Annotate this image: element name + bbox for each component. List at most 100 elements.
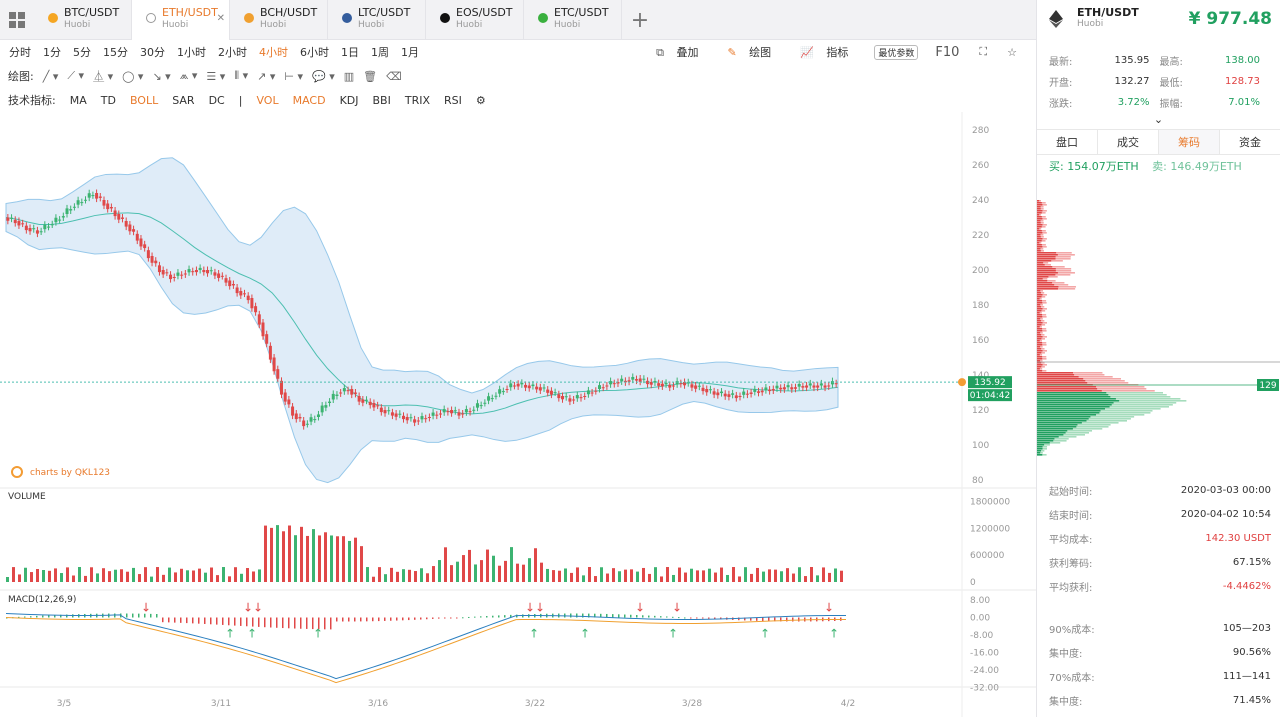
timeframe-item[interactable]: 2小时 [215,44,250,60]
macd-histogram-bar [702,617,704,619]
chip-bar-dark [1037,258,1056,260]
tab-chips[interactable]: 筹码 [1159,130,1220,154]
indicator-td[interactable]: TD [101,94,116,107]
candle-body [786,385,790,388]
level-tool-icon[interactable]: ☰ ▾ [206,70,225,83]
macd-histogram-bar [426,617,428,620]
close-icon[interactable]: ✕ [217,13,225,24]
chip-bar-dark [1037,406,1110,408]
tab-etc-usdt[interactable]: ETC/USDT Huobi [524,0,622,40]
candle-body [461,413,465,415]
timeframe-item[interactable]: 1小时 [174,44,209,60]
chip-bar-dark [1037,314,1043,316]
overlay-button[interactable]: ⧉ 叠加 [653,44,710,60]
indicator-sar[interactable]: SAR [172,94,194,107]
indicator-boll[interactable]: BOLL [130,94,158,107]
candle-body [109,207,113,209]
candle-body [43,224,47,230]
add-tab-icon[interactable]: + [622,0,658,40]
candle-body [302,420,306,427]
indicator-kdj[interactable]: KDJ [340,94,359,107]
indicator-dc[interactable]: DC [209,94,225,107]
grid-menu-icon[interactable] [0,0,34,40]
star-icon[interactable]: ☆ [1004,46,1020,59]
indicator-macd[interactable]: MACD [293,94,326,107]
timeframe-item[interactable]: 1周 [368,44,392,60]
trash-icon[interactable]: 🗑 [363,70,377,83]
timeframe-item[interactable]: 5分 [70,44,94,60]
price-axis-label: 240 [972,196,989,206]
candle-body [834,383,838,385]
volume-bar [642,567,645,582]
chevron-down-icon[interactable]: ⌄ [1037,113,1280,127]
candle-body [435,414,439,416]
timeframe-item[interactable]: 1日 [338,44,362,60]
volume-bar [654,567,657,582]
tab-funds[interactable]: 资金 [1220,130,1280,154]
tab-bch-usdt[interactable]: BCH/USDT Huobi [230,0,328,40]
pattern-tool-icon[interactable]: ⩕ ▾ [180,69,198,83]
timeframe-item[interactable]: 1月 [398,44,422,60]
candle-body [139,238,143,247]
bars-tool-icon[interactable]: ▥ [344,70,354,83]
channel-tool-icon[interactable]: ⦀ ▾ [234,69,248,83]
indicator-button[interactable]: 📈 指标 [797,44,860,60]
macd-histogram-bar [324,617,326,630]
indicator-rsi[interactable]: RSI [444,94,462,107]
range-tool-icon[interactable]: ⊢ ▾ [284,70,303,83]
volume-bar [450,565,453,582]
stat-key: 开盘: [1049,78,1073,89]
tab-btc-usdt[interactable]: BTC/USDT Huobi [34,0,132,40]
ray-tool-icon[interactable]: ⟋ ▾ [67,69,84,83]
fib-tool-icon[interactable]: ⏅ ▾ [93,68,113,84]
optimal-params-button[interactable]: 最优参数 [874,44,919,60]
indicator-bbi[interactable]: BBI [373,94,391,107]
info-key: 起始时间: [1049,486,1093,498]
expand-icon[interactable]: ⛶ [976,45,990,59]
tab-eos-usdt[interactable]: EOS/USDT Huobi [426,0,524,40]
arrow-tool-icon[interactable]: ↗ ▾ [257,70,275,83]
tab-ltc-usdt[interactable]: LTC/USDT Huobi [328,0,426,40]
info-value: 90.56% [1232,646,1271,658]
shape-tool-icon[interactable]: ◯ ▾ [122,70,143,83]
candle-body [394,413,398,417]
chart-area[interactable]: 280 260 240 220 200 180 160 140 120 100 80 135.92 01… [0,112,1036,717]
macd-axis-label: 8.00 [970,596,990,606]
volume-bar [630,569,633,582]
settings-gear-icon[interactable]: ⚙ [476,94,486,107]
timeframe-item[interactable]: 6小时 [297,44,332,60]
timeframe-item[interactable]: 分时 [6,44,34,60]
indicator-vol[interactable]: VOL [256,94,278,107]
volume-bar [402,569,405,582]
line-tool-icon[interactable]: ╱ ▾ [43,70,59,83]
volume-bar [570,572,573,582]
tab-pair-label: EOS/USDT [456,6,513,19]
etc-coin-icon [538,13,548,23]
candle-body [535,386,539,390]
tab-orderbook[interactable]: 盘口 [1037,130,1098,154]
tab-eth-usdt[interactable]: ETH/USDT Huobi ✕ [132,0,230,40]
candle-body [490,398,494,400]
eraser-icon[interactable]: ⌫ [386,70,402,83]
info-row: 起始时间: 2020-03-03 00:00 [1037,478,1280,502]
tab-exchange-label: Huobi [456,20,483,30]
timeframe-item[interactable]: 1分 [40,44,64,60]
chip-bar-dark [1037,226,1042,228]
candle-body [305,423,309,425]
measure-tool-icon[interactable]: ↘ ▾ [152,70,170,83]
macd-histogram-bar [300,617,302,629]
draw-button[interactable]: ✎ 绘图 [724,44,783,60]
timeframe-item-active[interactable]: 4小时 [256,44,291,60]
f10-button[interactable]: F10 [932,45,962,60]
timeframe-item[interactable]: 15分 [100,44,131,60]
macd-histogram-bar [432,617,434,619]
candle-body [350,389,354,395]
indicator-trix[interactable]: TRIX [405,94,430,107]
comment-tool-icon[interactable]: 💬 ▾ [312,70,335,83]
sidebar-tabs: 盘口 成交 筹码 资金 [1037,129,1280,155]
candle-body [808,383,812,386]
price-chart-svg[interactable]: 28026024022020018016014012010080135.9201… [0,112,1036,717]
tab-trades[interactable]: 成交 [1098,130,1159,154]
timeframe-item[interactable]: 30分 [137,44,168,60]
indicator-ma[interactable]: MA [70,94,87,107]
